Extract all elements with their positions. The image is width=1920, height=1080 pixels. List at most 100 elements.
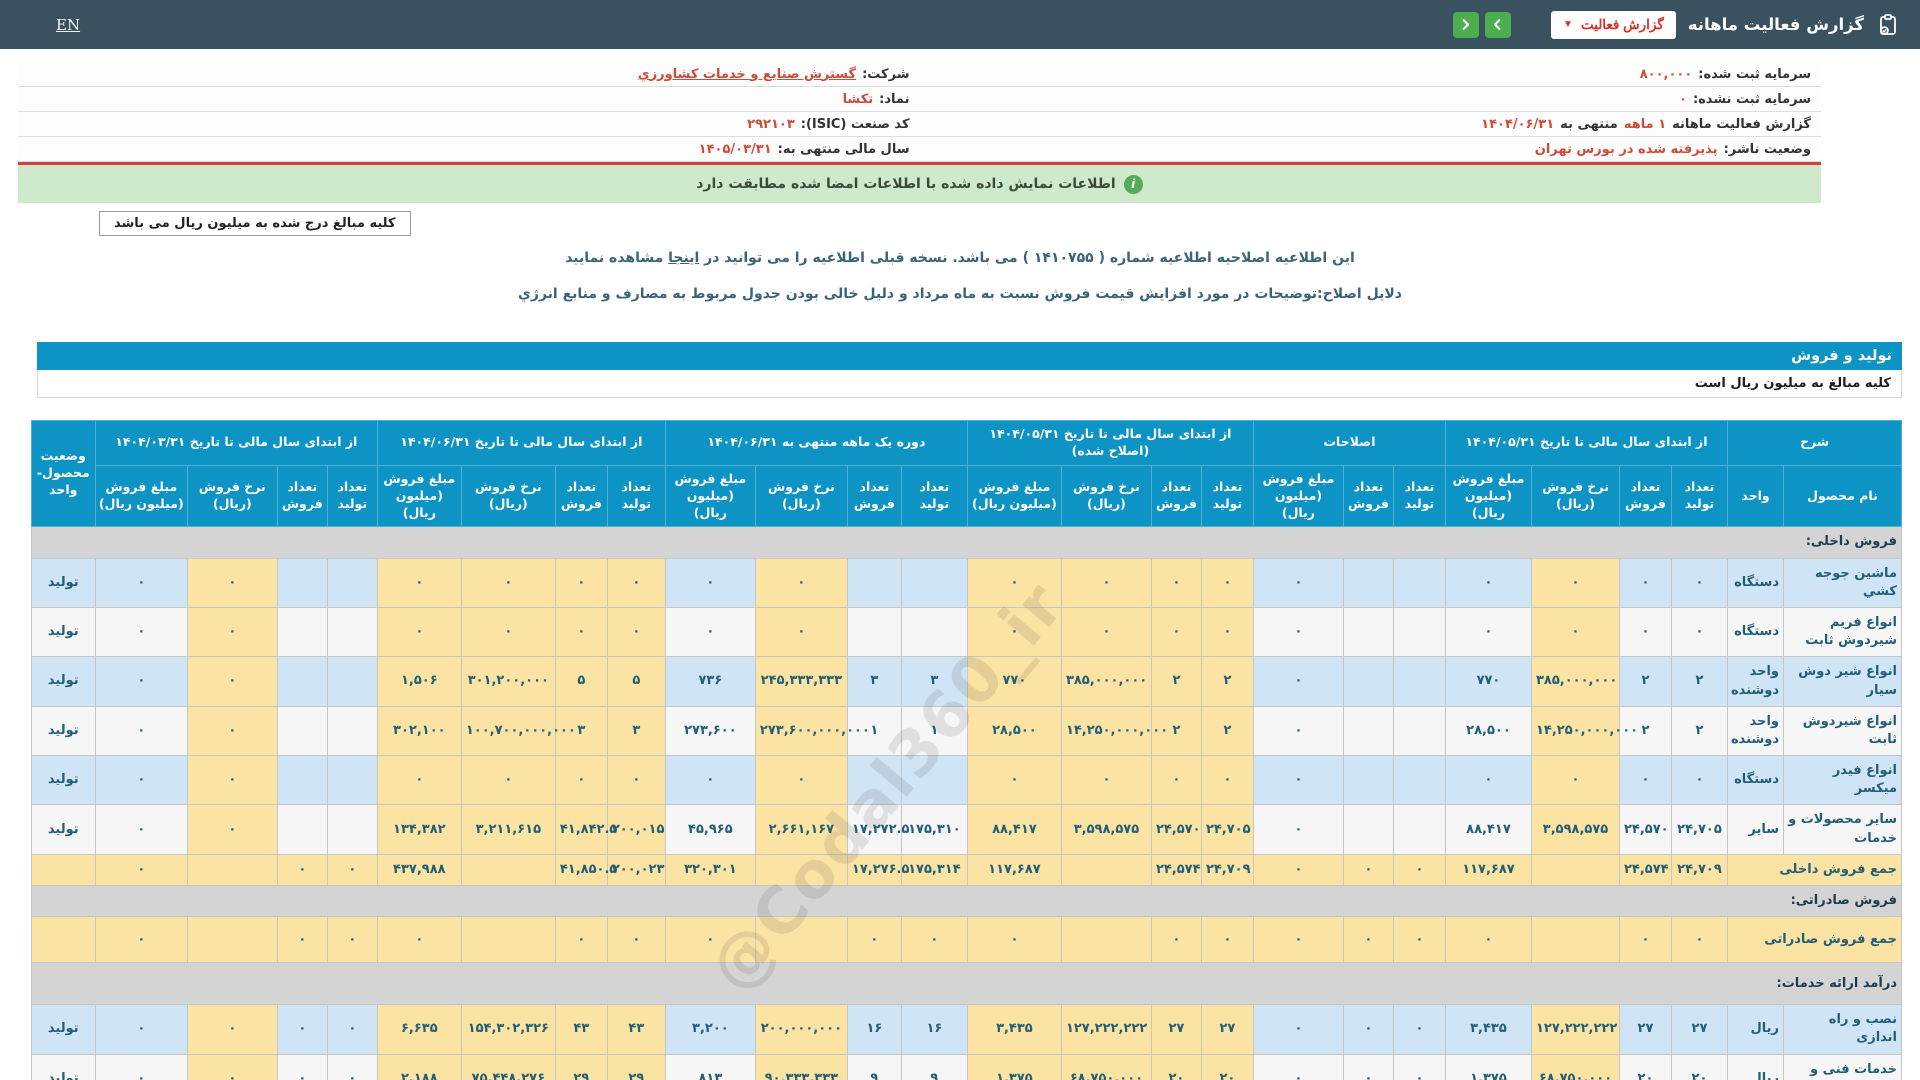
numeric-cell: ۰ <box>554 916 608 964</box>
info-value: تکشا <box>842 91 874 107</box>
numeric-cell: ۰ <box>554 606 608 658</box>
total-row: جمع فروش صادراتی ۰ ۰ ۰ ۰ ۰ ۰ ۰ ۰ ۰ ۰ ۰ ۰ ۰ ۰ ۰ ۰ ۰ ۰ <box>30 916 1903 964</box>
table-wrapper: @Codal360_ir شرحاز ابتدای سال مالی تا تا… <box>30 419 1903 1080</box>
numeric-cell: ۰ <box>606 916 666 964</box>
numeric-cell: ۰ <box>966 557 1062 608</box>
column-header: نرخ فروش (ریال) <box>460 464 556 528</box>
numeric-cell: ۵ <box>606 656 666 707</box>
numeric-cell: ۱۲۷,۲۲۲,۲۲۲ <box>1530 1004 1620 1055</box>
numeric-cell: ۰ <box>94 656 188 707</box>
status-cell: تولید <box>30 755 96 806</box>
status-cell <box>30 916 96 964</box>
numeric-cell: ۱,۳۷۵ <box>1444 1053 1532 1080</box>
numeric-cell <box>276 755 328 806</box>
numeric-cell <box>846 606 902 658</box>
numeric-cell: ۰ <box>376 755 462 806</box>
numeric-cell: ۴۱,۸۴۲.۵ <box>554 804 617 855</box>
numeric-cell: ۰ <box>376 557 462 608</box>
report-type-dropdown[interactable]: گزارش فعالیت ▼ <box>1550 10 1676 39</box>
unit-cell: سایر <box>1726 804 1785 855</box>
numeric-cell: ۱۷,۲۷۲.۵ <box>846 804 909 855</box>
company-link[interactable]: گسترش صنایع و خدمات کشاورزي <box>638 67 856 82</box>
language-switch-en[interactable]: EN <box>56 16 80 34</box>
report-nav-buttons <box>1452 11 1511 38</box>
info-label: نماد: <box>879 91 910 107</box>
numeric-cell: ۳۸۵,۰۰۰,۰۰۰ <box>1530 656 1620 707</box>
numeric-cell: ۰ <box>186 1004 278 1055</box>
section-label-cell: درآمد ارائه خدمات: <box>30 962 1903 1006</box>
numeric-cell <box>276 557 328 608</box>
company-info-left-column: سرمایه ثبت شده: ۸۰۰,۰۰۰ سرمایه ثبت نشده:… <box>919 62 1821 162</box>
info-row-fiscal-year: سال مالی منتهی به: ۱۴۰۵/۰۳/۳۱ <box>18 137 920 162</box>
numeric-cell: ۲۷۳,۶۰۰ <box>664 705 756 757</box>
info-icon: i <box>1123 174 1143 194</box>
table-unit-note: کلیه مبالغ به میلیون ریال است <box>37 370 1902 398</box>
numeric-cell: ۲۷ <box>1150 1004 1202 1055</box>
table-row: انواع فریم شیردوش ثابت دستگاه ۰ ۰ ۰ ۰ ۰ ۰ ۰ ۰ ۰ ۰ ۰ ۰… <box>30 606 1902 658</box>
numeric-cell: ۹ <box>846 1053 902 1080</box>
column-header: نرخ فروش (ریال) <box>1530 464 1620 528</box>
info-value: ۰ <box>1679 91 1687 107</box>
numeric-cell: ۰ <box>1392 916 1446 964</box>
numeric-cell <box>326 557 378 608</box>
numeric-cell <box>846 557 902 608</box>
numeric-cell: ۳,۴۳۵ <box>1444 1004 1532 1055</box>
info-value: پذیرفته شده در بورس تهران <box>1534 141 1718 157</box>
numeric-cell: ۰ <box>1342 1004 1394 1055</box>
numeric-cell <box>326 804 378 855</box>
status-cell: تولید <box>30 705 96 757</box>
info-label: شرکت: <box>862 66 910 82</box>
numeric-cell: ۰ <box>94 1053 188 1080</box>
next-report-button[interactable] <box>1484 11 1511 38</box>
numeric-cell: ۲ <box>1150 656 1202 707</box>
numeric-cell: ۲۷ <box>1670 1004 1728 1055</box>
numeric-cell: ۰ <box>326 916 378 964</box>
status-cell: تولید <box>30 1053 96 1080</box>
numeric-cell: ۲۴,۷۰۵ <box>1670 804 1728 855</box>
column-header: مبلغ فروش (میلیون ریال) <box>1252 464 1344 528</box>
numeric-cell: ۷۳۶ <box>664 656 756 707</box>
numeric-cell: ۰ <box>276 916 328 964</box>
numeric-cell: ۲,۶۶۱,۱۶۷ <box>754 804 848 855</box>
numeric-cell: ۰ <box>1060 557 1152 608</box>
total-label-cell: جمع فروش داخلی <box>1726 853 1903 887</box>
numeric-cell: ۱ <box>900 705 968 757</box>
numeric-cell <box>754 916 848 964</box>
section-row: فروش داخلی: <box>30 526 1903 559</box>
numeric-cell: ۱۴,۲۵۰,۰۰۰,۰۰۰ <box>1060 705 1168 757</box>
numeric-cell: ۰ <box>326 1053 378 1080</box>
info-label: منتهی به <box>1560 116 1618 132</box>
product-name-cell: انواع فریم شیردوش ثابت <box>1783 606 1902 658</box>
info-value: ۱۴۰۴/۰۶/۳۱ <box>1481 116 1555 132</box>
numeric-cell: ۱۴,۲۵۰,۰۰۰,۰۰۰ <box>1530 705 1638 757</box>
unit-cell: ریال <box>1726 1004 1785 1055</box>
column-group-header: از ابتدای سال مالی تا تاریخ ۱۴۰۴/۰۵/۳۱ <box>1444 420 1728 466</box>
column-header: تعداد فروش <box>1150 464 1202 528</box>
numeric-cell: ۱۱۷,۶۸۷ <box>966 853 1062 887</box>
numeric-cell <box>846 755 902 806</box>
prev-report-button[interactable] <box>1452 11 1479 38</box>
numeric-cell: ۰ <box>1670 755 1728 806</box>
info-label: سرمایه ثبت شده: <box>1698 66 1811 82</box>
numeric-cell: ۲۴,۵۷۴ <box>1150 853 1202 887</box>
numeric-cell: ۰ <box>276 853 328 887</box>
numeric-cell <box>900 606 968 658</box>
numeric-cell: ۱,۵۰۶ <box>376 656 462 707</box>
previous-version-link[interactable]: اینجا <box>668 250 699 266</box>
unit-cell: واحد دوشنده <box>1726 705 1785 757</box>
column-header: نام محصول <box>1783 464 1902 528</box>
section-label-cell: فروش داخلی: <box>30 526 1903 559</box>
numeric-cell: ۰ <box>460 606 556 658</box>
numeric-cell: ۵ <box>554 656 608 707</box>
numeric-cell: ۸۸,۴۱۷ <box>1444 804 1532 855</box>
numeric-cell: ۰ <box>606 606 666 658</box>
info-row-symbol: نماد: تکشا <box>18 87 920 112</box>
production-sales-section: تولید و فروش کلیه مبالغ به میلیون ریال ا… <box>30 342 1903 1080</box>
numeric-cell <box>1530 916 1620 964</box>
column-header: تعداد فروش <box>1618 464 1672 528</box>
numeric-cell: ۰ <box>1252 656 1344 707</box>
table-row: انواع شیر دوش سیار واحد دوشنده ۲ ۲ ۳۸۵,۰۰۰,۰… <box>30 656 1902 707</box>
column-group-header: وضعیت محصول-واحد <box>30 419 96 528</box>
numeric-cell: ۰ <box>1060 606 1152 658</box>
info-value: ۱۴۰۵/۰۳/۳۱ <box>698 141 772 157</box>
